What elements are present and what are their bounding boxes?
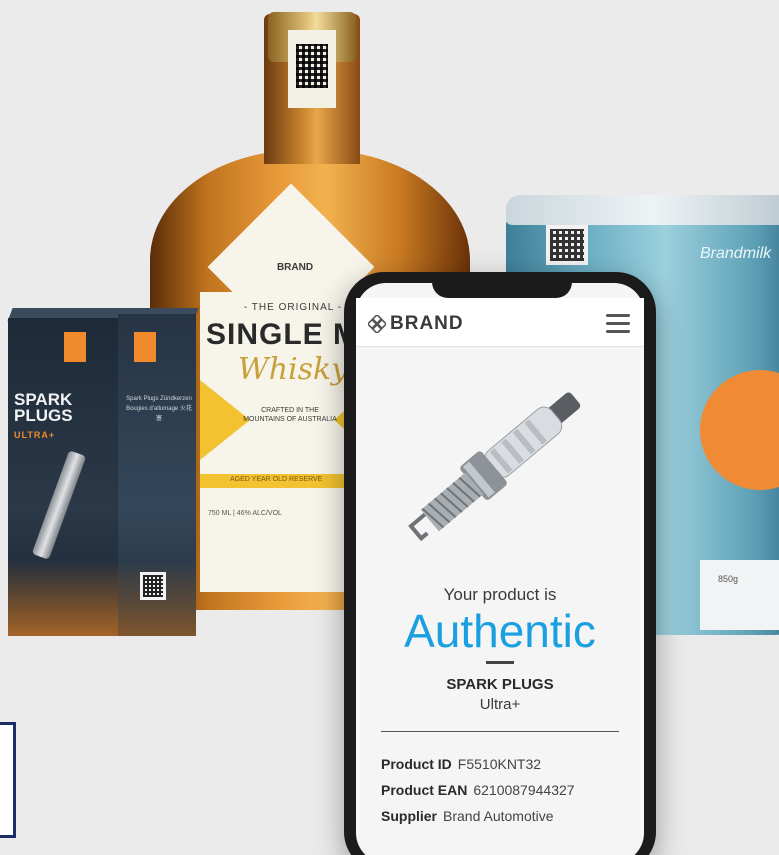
details-divider [381,731,619,732]
app-brand-name[interactable]: BRAND [390,313,464,335]
formula-can-lid [506,195,779,225]
phone-notch [432,272,572,298]
product-id-label: Product ID [381,756,452,772]
product-variant: Ultra+ [479,696,521,713]
product-ean-value: 6210087944327 [473,782,575,798]
product-ean-label: Product EAN [381,782,468,798]
product-id-value: F5510KNT32 [457,756,542,772]
product-name: SPARK PLUGS [446,676,554,693]
supplier-label: Supplier [381,808,438,824]
whisky-single-malt: SINGLE MA [206,318,382,351]
title-divider [486,661,514,664]
box-logo-icon [134,332,156,362]
spark-plug-image [408,392,581,542]
authentic-status: Authentic [404,605,596,657]
spark-box-qr-pattern [143,575,163,597]
spark-box-title: SPARK PLUGS [14,391,73,425]
can-qr-pattern [550,229,584,261]
hamburger-menu-icon[interactable] [606,314,630,334]
whisky-brand-text: BRAND [276,262,314,273]
can-weight: 850g [718,574,739,584]
whisky-band-text: AGED YEAR OLD RESERVE [230,476,323,483]
bottle-qr-code [296,44,328,88]
whisky-volume-text: 750 ML | 46% ALC/VOL [208,510,282,517]
can-brand-label: Brandmilk [700,245,772,262]
brand-logo-icon [368,315,386,333]
edge-frame [0,722,16,838]
spark-box-ultra: ULTRA+ [14,430,56,440]
whisky-crafted-text: CRAFTED IN THE MOUNTAINS OF AUSTRALIA [243,407,337,423]
product-id-row: Product ID F5510KNT32 [381,756,541,772]
box-logo-icon [64,332,86,362]
supplier-value: Brand Automotive [443,808,554,824]
supplier-row: Supplier Brand Automotive [381,808,554,824]
spark-box-side-text: Spark Plugs Zündkerzen Bougies d'allumag… [126,396,192,422]
spark-box-title-line2: PLUGS [14,406,73,425]
verification-intro: Your product is [443,585,557,604]
spark-box-glow [8,560,118,636]
product-scene: Brandmilk 850g BRAND - THE ORIGINAL - SI… [0,0,779,855]
can-bottom-panel [700,560,779,630]
product-ean-row: Product EAN 6210087944327 [381,782,575,798]
whisky-the-original: - THE ORIGINAL - [243,302,343,313]
whisky-script-text: Whisky [237,352,349,387]
